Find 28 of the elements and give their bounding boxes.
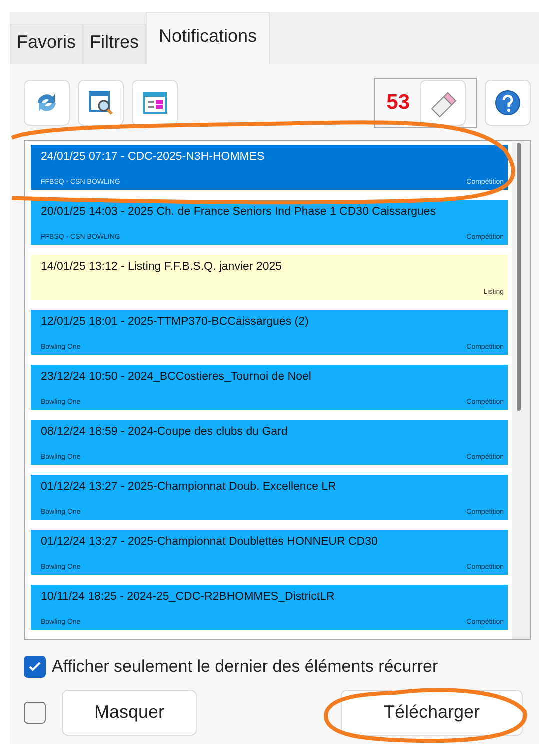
notification-title: 10/11/24 18:25 - 2024-25_CDC-R2BHOMMES_DistrictLR — [41, 590, 336, 605]
select-checkbox[interactable] — [24, 702, 46, 724]
check-icon — [28, 660, 42, 674]
tab[interactable]: Favoris — [10, 24, 84, 64]
scrollbar-thumb[interactable] — [517, 143, 521, 411]
refresh-button[interactable] — [24, 80, 70, 126]
notification-title: 24/01/25 07:17 - CDC-2025-N3H-HOMMES — [41, 150, 266, 165]
checkbox[interactable] — [24, 656, 46, 678]
download-button[interactable]: Télécharger — [341, 690, 523, 736]
help-button[interactable] — [485, 80, 531, 126]
tab[interactable]: Notifications — [146, 12, 270, 64]
notification-title: 20/01/25 14:03 - 2025 Ch. de France Seniors Ind Phase 1 CD30 Caissargues — [41, 205, 438, 220]
help-icon — [494, 89, 522, 117]
notification-title: 23/12/24 10:50 - 2024_BCCostieres_Tournoi de Noel — [41, 370, 312, 385]
notification-title: 14/01/25 13:12 - Listing F.F.B.S.Q. janvier 2025 — [41, 260, 284, 275]
checkbox-label: Afficher seulement le dernier des éléments récurrer — [52, 656, 438, 678]
tab[interactable]: Filtres — [83, 24, 146, 64]
notification-title: 12/01/25 18:01 - 2025-TTMP370-BCCaissargues (2) — [41, 315, 310, 330]
notification-count: 53 — [386, 90, 410, 116]
clear-button[interactable] — [420, 80, 466, 126]
list-window-icon — [141, 89, 169, 117]
notification-title: 01/12/24 13:27 - 2025-Championnat Doublettes HONNEUR CD30 — [41, 535, 379, 550]
hide-button[interactable]: Masquer — [62, 690, 197, 736]
list-view-button[interactable] — [132, 80, 178, 126]
window-search-icon — [87, 89, 115, 117]
preview-button[interactable] — [78, 80, 124, 126]
notification-title: 08/12/24 18:59 - 2024-Coupe des clubs du Gard — [41, 425, 289, 440]
notification-title: 01/12/24 13:27 - 2025-Championnat Doub. Excellence LR — [41, 480, 338, 495]
